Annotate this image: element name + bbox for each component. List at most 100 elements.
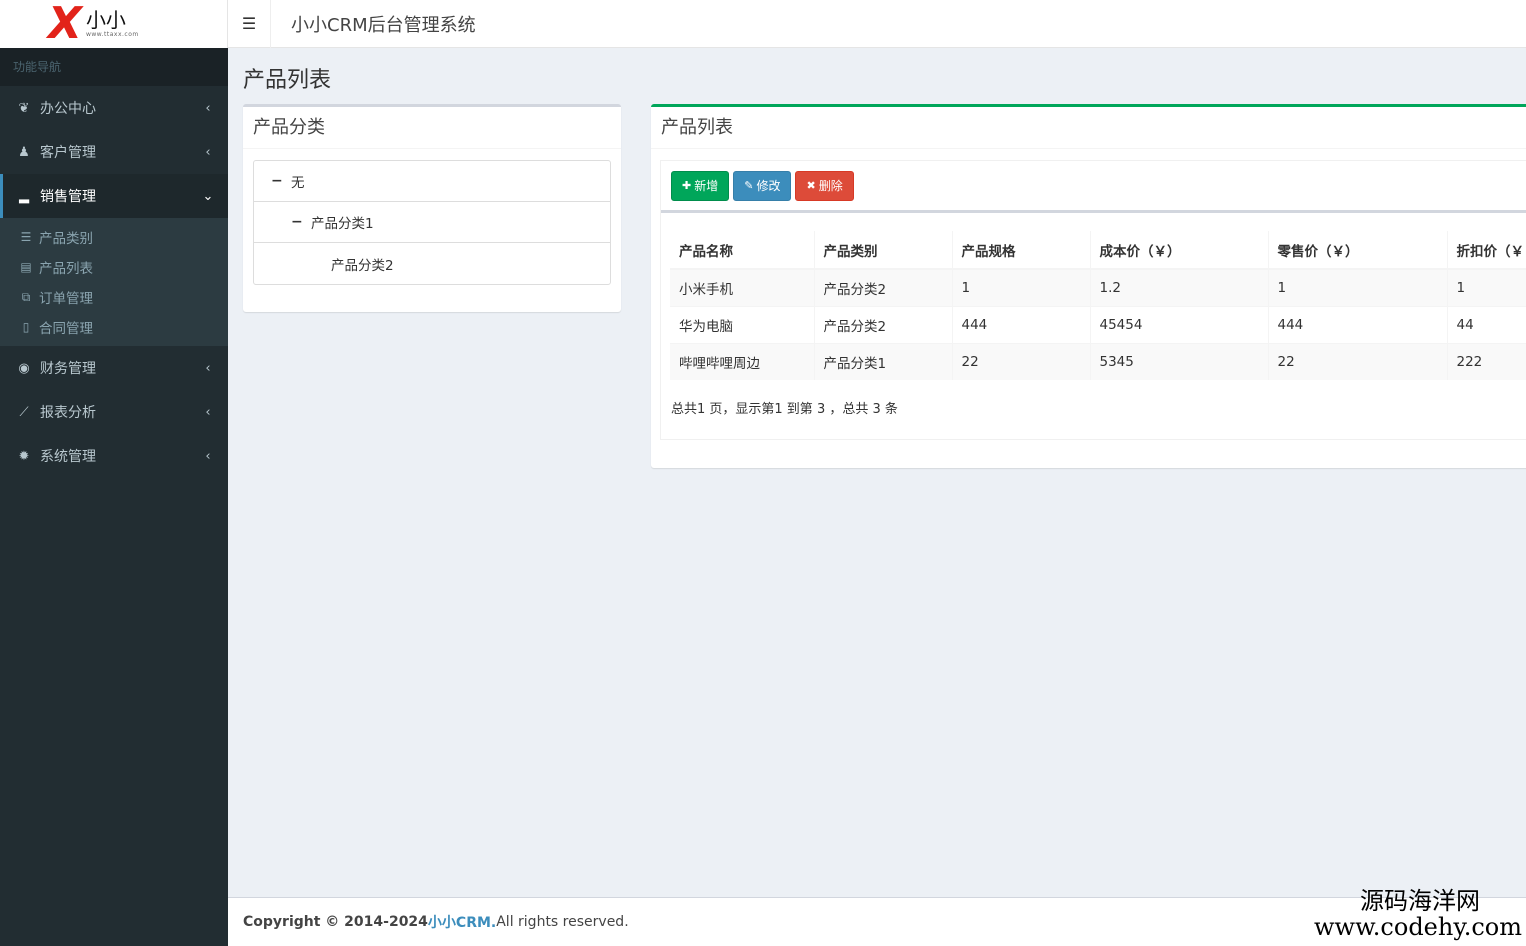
- table-cell: 小米手机: [670, 268, 815, 306]
- sidebar-item-label: 报表分析: [40, 405, 96, 421]
- copy-icon: ⧉: [21, 289, 31, 304]
- logo-name: 小小: [85, 8, 126, 32]
- table-cell: 22: [1268, 342, 1448, 380]
- leaf-icon: ❦: [18, 100, 30, 116]
- file-icon: ▯: [22, 320, 30, 334]
- category-box-title: 产品分类: [243, 107, 621, 149]
- sidebar-subitem-label: 订单管理: [39, 291, 93, 307]
- product-table: 产品名称 产品类别 产品规格 成本价（￥） 零售价（￥） 折扣价（￥ 小米手机 …: [670, 231, 1526, 380]
- delete-button[interactable]: ✖ 删除: [795, 170, 854, 201]
- plus-icon: ✚: [682, 179, 692, 192]
- person-icon: ♟: [18, 144, 30, 160]
- table-cell: 哔哩哔哩周边: [670, 342, 815, 380]
- sidebar-subitem-product-list[interactable]: ▤ 产品列表: [0, 252, 228, 282]
- table-cell: 22: [952, 342, 1091, 380]
- table-cell: 1.2: [1090, 268, 1269, 306]
- tree-node-label: 产品分类2: [331, 257, 394, 274]
- app-title: 小小CRM后台管理系统: [291, 14, 476, 36]
- nav-header: 功能导航: [0, 48, 228, 86]
- table-cell: 1: [1268, 268, 1448, 306]
- sidebar-subitem-contracts[interactable]: ▯ 合同管理: [0, 312, 228, 342]
- sidebar-item-label: 客户管理: [40, 145, 96, 161]
- logo-mark: X: [48, 0, 82, 49]
- sidebar-item-label: 销售管理: [40, 189, 96, 205]
- table-cell: 1: [1447, 268, 1526, 306]
- logo[interactable]: X 小小 www.ttaxx.com: [0, 0, 228, 48]
- pagination-info: 总共1 页，显示第1 到第 3 ，总共 3 条: [671, 402, 898, 417]
- category-box: 产品分类 − 无 − 产品分类1 产品分类2: [243, 104, 621, 312]
- sidebar-item-sales[interactable]: ▂ 销售管理 ⌄: [0, 174, 228, 218]
- table-cell: 44: [1447, 305, 1526, 343]
- product-toolbar: ✚ 新增 ✎ 修改 ✖ 删除: [661, 161, 1526, 213]
- column-header[interactable]: 产品规格: [952, 231, 1091, 270]
- sidebar: X 小小 www.ttaxx.com 功能导航 ❦ 办公中心 ‹ ♟ 客户管理 …: [0, 0, 228, 946]
- sidebar-subitem-orders[interactable]: ⧉ 订单管理: [0, 282, 228, 312]
- sidebar-item-system[interactable]: ✹ 系统管理 ‹: [0, 434, 228, 478]
- copyright-text: Copyright © 2014-2024: [243, 914, 428, 930]
- table-cell: 444: [952, 305, 1091, 343]
- page-title: 产品列表: [243, 68, 332, 93]
- sidebar-subitem-label: 产品列表: [39, 261, 93, 277]
- eye-icon: ◉: [18, 360, 30, 376]
- add-button-label: 新增: [694, 179, 719, 193]
- line-chart-icon: ⟋: [19, 404, 29, 420]
- close-icon: ✖: [806, 179, 816, 192]
- tree-node[interactable]: − 无: [254, 161, 610, 202]
- table-cell: 产品分类2: [814, 305, 953, 343]
- watermark: 源码海洋网 www.codehy.com: [1314, 888, 1522, 940]
- chevron-down-icon: ⌄: [202, 188, 214, 204]
- tree-node[interactable]: 产品分类2: [254, 243, 610, 284]
- sidebar-item-finance[interactable]: ◉ 财务管理 ‹: [0, 346, 228, 390]
- sidebar-item-label: 财务管理: [40, 361, 96, 377]
- column-header[interactable]: 零售价（￥）: [1268, 231, 1448, 270]
- table-header-row: 产品名称 产品类别 产品规格 成本价（￥） 零售价（￥） 折扣价（￥: [670, 231, 1526, 270]
- watermark-line1: 源码海洋网: [1360, 887, 1480, 915]
- table-cell: 产品分类2: [814, 268, 953, 306]
- sidebar-item-label: 系统管理: [40, 449, 96, 465]
- sidebar-item-office[interactable]: ❦ 办公中心 ‹: [0, 86, 228, 130]
- sidebar-item-label: 办公中心: [40, 101, 96, 117]
- table-cell: 444: [1268, 305, 1448, 343]
- footer: Copyright © 2014-2024 小小CRM. All rights …: [228, 888, 1526, 946]
- product-panel: ✚ 新增 ✎ 修改 ✖ 删除 产品名称 产品类别 产品规格 成本价（￥） 零售价…: [660, 160, 1526, 440]
- table-row[interactable]: 小米手机 产品分类2 1 1.2 1 1: [670, 268, 1526, 306]
- gear-icon: ✹: [18, 448, 30, 464]
- collapse-icon[interactable]: −: [271, 173, 285, 189]
- bars-icon: ☰: [241, 14, 257, 33]
- rights-text: All rights reserved.: [496, 914, 629, 930]
- product-box-title: 产品列表: [651, 107, 1526, 149]
- column-header[interactable]: 成本价（￥）: [1090, 231, 1269, 270]
- table-row[interactable]: 哔哩哔哩周边 产品分类1 22 5345 22 222: [670, 342, 1526, 380]
- add-button[interactable]: ✚ 新增: [671, 170, 730, 201]
- chevron-left-icon: ‹: [205, 404, 211, 420]
- main-content: 产品列表 产品分类 − 无 − 产品分类1 产品分类2 产品列表 ✚ 新增 ✎ …: [228, 48, 1526, 897]
- chevron-left-icon: ‹: [205, 144, 211, 160]
- column-header[interactable]: 产品名称: [670, 231, 815, 270]
- column-header[interactable]: 折扣价（￥: [1447, 231, 1526, 270]
- sidebar-item-reports[interactable]: ⟋ 报表分析 ‹: [0, 390, 228, 434]
- watermark-line2: www.codehy.com: [1314, 913, 1522, 941]
- collapse-icon[interactable]: −: [291, 214, 305, 230]
- logo-url: www.ttaxx.com: [85, 31, 139, 38]
- delete-button-label: 删除: [818, 179, 843, 193]
- list-icon: ☰: [20, 230, 32, 244]
- edit-icon: ✎: [744, 179, 754, 192]
- chevron-left-icon: ‹: [205, 360, 211, 376]
- chevron-left-icon: ‹: [205, 100, 211, 116]
- table-cell: 222: [1447, 342, 1526, 380]
- sidebar-subitem-product-category[interactable]: ☰ 产品类别: [0, 222, 228, 252]
- sidebar-toggle-button[interactable]: ☰: [228, 0, 271, 48]
- table-row[interactable]: 华为电脑 产品分类2 444 45454 444 44: [670, 305, 1526, 343]
- footer-brand-link[interactable]: 小小CRM.: [428, 912, 496, 932]
- tree-node[interactable]: − 产品分类1: [254, 202, 610, 243]
- edit-button[interactable]: ✎ 修改: [733, 170, 792, 201]
- tree-node-label: 产品分类1: [311, 216, 374, 232]
- table-cell: 5345: [1090, 342, 1269, 380]
- table-cell: 华为电脑: [670, 305, 815, 343]
- table-cell: 45454: [1090, 305, 1269, 343]
- category-tree: − 无 − 产品分类1 产品分类2: [253, 160, 611, 285]
- table-cell: 产品分类1: [814, 342, 953, 380]
- edit-button-label: 修改: [756, 179, 781, 193]
- column-header[interactable]: 产品类别: [814, 231, 953, 270]
- sidebar-item-customers[interactable]: ♟ 客户管理 ‹: [0, 130, 228, 174]
